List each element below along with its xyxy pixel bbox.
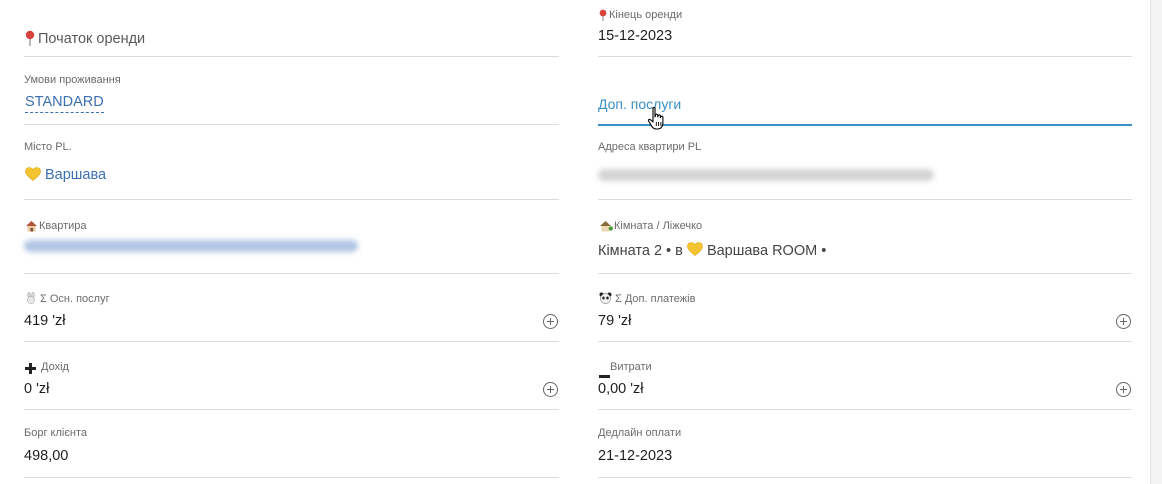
add-main-service-icon[interactable] xyxy=(543,314,558,329)
apartment-label: Квартира xyxy=(39,220,87,232)
income-label: Дохід xyxy=(41,361,69,373)
panda-icon xyxy=(599,291,612,309)
apartment-value-blurred xyxy=(24,240,358,252)
living-terms-value[interactable]: STANDARD xyxy=(25,94,104,113)
expenses-label: Витрати xyxy=(610,361,652,373)
sum-extra-payments-value: 79 'zł xyxy=(598,313,632,329)
address-value-blurred xyxy=(598,169,934,181)
sum-extra-payments-field[interactable]: Σ Доп. платежів 79 'zł xyxy=(598,273,1132,342)
rent-end-field[interactable]: Кінець оренди 15-12-2023 xyxy=(598,0,1132,57)
rent-end-value[interactable]: 15-12-2023 xyxy=(598,28,672,44)
plus-icon xyxy=(25,361,36,379)
room-field[interactable]: Кімната / Ліжечко Кімната 2 • в Варшава … xyxy=(598,199,1132,274)
add-expense-icon[interactable] xyxy=(1116,382,1131,397)
payment-deadline-field[interactable]: Дедлайн оплати 21-12-2023 xyxy=(598,409,1132,478)
extra-services-field[interactable]: Доп. послуги xyxy=(598,56,1132,130)
pin-icon xyxy=(599,8,607,21)
income-value: 0 'zł xyxy=(24,381,50,397)
rent-start-field[interactable]: Початок оренди xyxy=(24,0,559,57)
city-label: Місто PL. xyxy=(24,141,72,153)
sum-extra-payments-label: Σ Доп. платежів xyxy=(615,293,696,305)
yellow-heart-icon xyxy=(687,242,703,260)
extra-services-placeholder: Доп. послуги xyxy=(598,96,682,112)
pin-icon xyxy=(25,30,35,46)
client-debt-value[interactable]: 498,00 xyxy=(24,448,68,464)
room-value-suffix: Варшава ROOM • xyxy=(706,243,827,259)
rabbit-icon xyxy=(25,291,37,309)
add-extra-payment-icon[interactable] xyxy=(1116,314,1131,329)
client-debt-label: Борг клієнта xyxy=(24,427,88,439)
sum-main-services-value: 419 'zł xyxy=(24,313,66,329)
house-icon xyxy=(25,219,38,237)
city-value[interactable]: Варшава xyxy=(45,167,106,183)
expenses-field[interactable]: Витрати 0,00 'zł xyxy=(598,341,1132,410)
room-label: Кімната / Ліжечко xyxy=(614,220,703,232)
rental-form-card: Початок оренди Кінець оренди 15-12-2023 … xyxy=(0,0,1151,484)
add-income-icon[interactable] xyxy=(543,382,558,397)
rent-start-placeholder: Початок оренди xyxy=(38,31,146,47)
sum-main-services-label: Σ Осн. послуг xyxy=(40,293,110,305)
house-garden-icon xyxy=(599,219,613,237)
client-debt-field[interactable]: Борг клієнта 498,00 xyxy=(24,409,559,478)
apartment-field[interactable]: Квартира xyxy=(24,199,559,274)
room-value-prefix: Кімната 2 • в xyxy=(598,243,683,259)
income-field[interactable]: Дохід 0 'zł xyxy=(24,341,559,410)
room-value[interactable]: Кімната 2 • в Варшава ROOM • xyxy=(598,242,826,260)
payment-deadline-value[interactable]: 21-12-2023 xyxy=(598,448,672,464)
living-terms-field[interactable]: Умови проживання STANDARD xyxy=(24,56,559,125)
rent-end-label: Кінець оренди xyxy=(609,9,683,21)
address-label: Адреса квартири PL xyxy=(598,141,702,153)
sum-main-services-field[interactable]: Σ Осн. послуг 419 'zł xyxy=(24,273,559,342)
payment-deadline-label: Дедлайн оплати xyxy=(598,427,682,439)
expenses-value: 0,00 'zł xyxy=(598,381,644,397)
address-field[interactable]: Адреса квартири PL xyxy=(598,124,1132,200)
living-terms-label: Умови проживання xyxy=(24,74,121,86)
yellow-heart-icon xyxy=(25,167,41,186)
city-field[interactable]: Місто PL. Варшава xyxy=(24,124,559,200)
